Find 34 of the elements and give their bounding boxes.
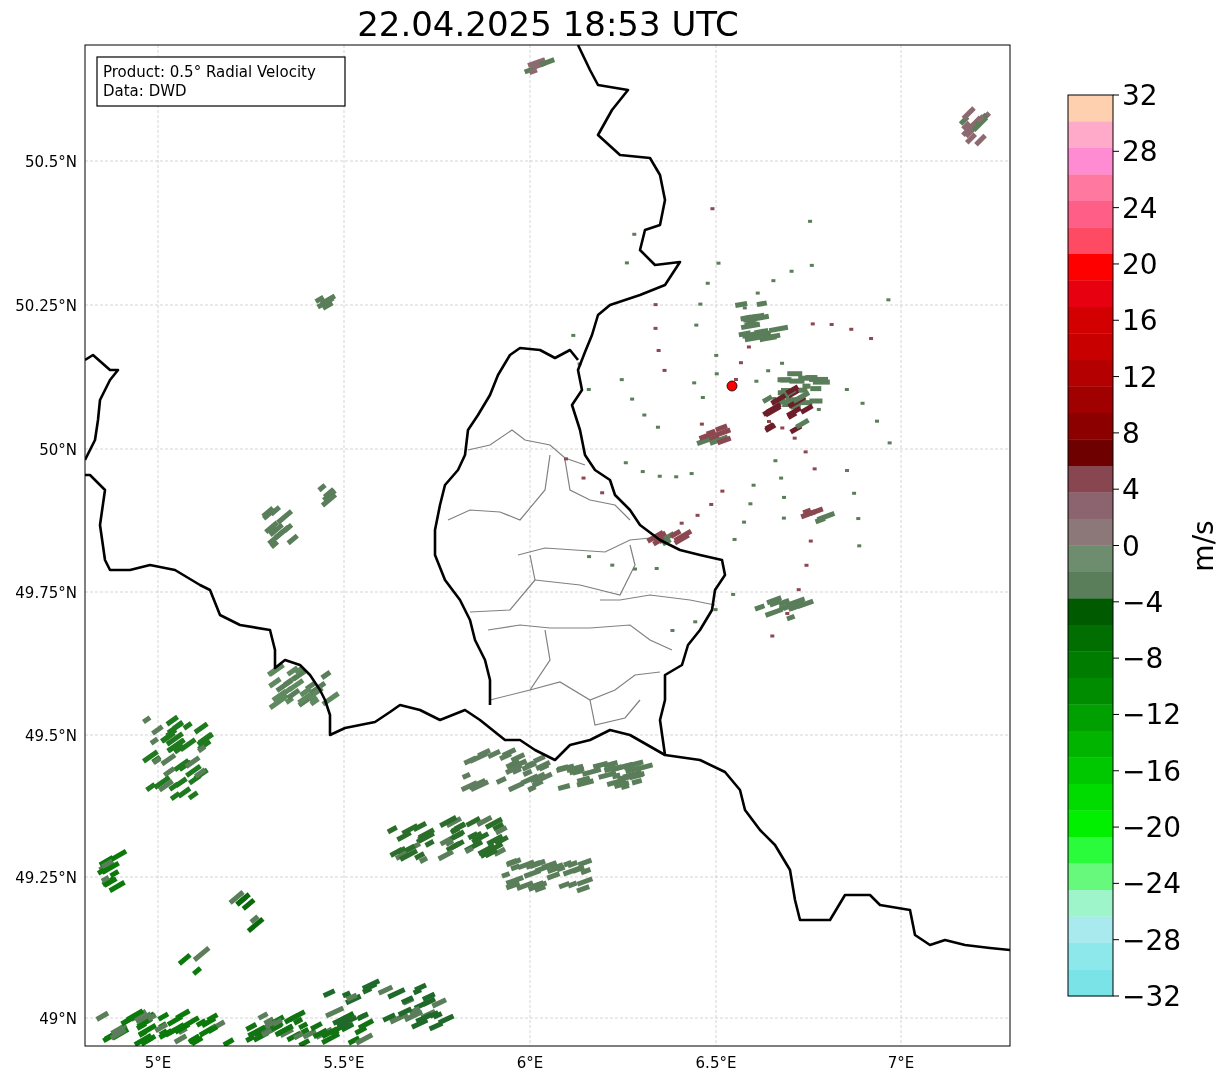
colorbar-tick-label: 24 [1122, 191, 1158, 225]
colorbar-tick-label: −32 [1122, 980, 1182, 1013]
colorbar-tick-label: −8 [1122, 642, 1164, 676]
colorbar-tick-label: −28 [1122, 923, 1182, 957]
axis-tick-label: 5°E [144, 1054, 172, 1072]
legend-text: Data: DWD [103, 82, 187, 100]
axis-tick-label: 6°E [516, 1054, 544, 1072]
colorbar-tick-label: −24 [1122, 867, 1182, 901]
axis-tick-label: 49.5°N [24, 727, 77, 745]
colorbar-tick-label: −16 [1122, 754, 1182, 788]
colorbar-tick-label: 0 [1122, 529, 1140, 563]
colorbar-tick-label: 4 [1122, 473, 1140, 507]
colorbar-tick-label: 28 [1122, 135, 1158, 169]
axis-tick-label: 5.5°E [323, 1054, 365, 1072]
colorbar-label: m/s [1187, 520, 1220, 572]
radar-site-marker [726, 380, 738, 392]
chart-title: 22.04.2025 18:53 UTC [357, 4, 739, 44]
legend-text: Product: 0.5° Radial Velocity [103, 63, 316, 81]
colorbar-tick-label: −20 [1122, 811, 1182, 845]
axis-tick-label: 6.5°E [695, 1054, 737, 1072]
colorbar-tick-label: 20 [1122, 247, 1158, 281]
axis-tick-label: 7°E [887, 1054, 915, 1072]
colorbar-tick-label: 32 [1122, 79, 1158, 112]
axis-tick-label: 50°N [39, 441, 77, 459]
axis-tick-label: 49.75°N [15, 584, 77, 602]
colorbar-tick-label: 12 [1122, 360, 1158, 394]
colorbar-tick-label: −4 [1122, 585, 1164, 619]
axis-tick-label: 50.25°N [15, 297, 77, 315]
colorbar-tick-label: 16 [1122, 304, 1158, 338]
colorbar-tick-label: 8 [1122, 416, 1140, 450]
axis-tick-label: 50.5°N [24, 153, 77, 171]
axis-tick-label: 49°N [39, 1010, 77, 1028]
axis-tick-label: 49.25°N [15, 869, 77, 887]
colorbar-tick-label: −12 [1122, 698, 1182, 732]
